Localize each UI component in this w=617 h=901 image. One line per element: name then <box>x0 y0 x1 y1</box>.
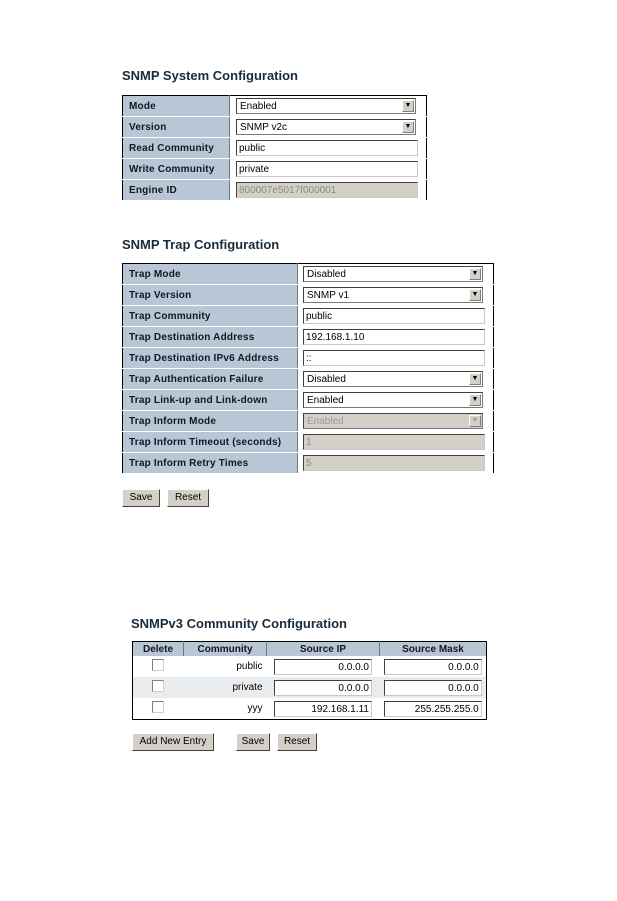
trap-save-button[interactable]: Save <box>122 489 160 507</box>
trap-mode-select[interactable]: Disabled ▼ <box>303 266 483 282</box>
column-header-community: Community <box>183 641 267 656</box>
system-row-engine-id: Engine ID 800007e5017f000001 <box>122 179 427 201</box>
chevron-down-icon[interactable]: ▼ <box>469 373 481 385</box>
trap-destination-ipv6-input[interactable]: :: <box>303 350 485 366</box>
system-config-table: Mode Enabled ▼ Version SNMP v2c ▼ Read Com… <box>122 95 427 201</box>
field-label: Trap Mode <box>122 263 298 285</box>
trap-auth-failure-select[interactable]: Disabled ▼ <box>303 371 483 387</box>
trap-row-inform-timeout: Trap Inform Timeout (seconds) 1 <box>122 431 494 453</box>
delete-checkbox[interactable] <box>152 680 165 692</box>
field-label: Trap Link-up and Link-down <box>122 389 298 411</box>
trap-config-table: Trap Mode Disabled ▼ Trap Version SNMP v1… <box>122 263 494 474</box>
trap-inform-mode-select: Enabled ▼ <box>303 413 483 429</box>
v3-reset-button[interactable]: Reset <box>277 733 317 751</box>
field-label: Trap Destination IPv6 Address <box>122 347 298 369</box>
source-mask-input[interactable]: 0.0.0.0 <box>383 679 482 696</box>
add-new-entry-button[interactable]: Add New Entry <box>132 733 214 751</box>
trap-inform-retry-input: 5 <box>303 455 485 471</box>
field-label: Engine ID <box>122 179 230 201</box>
version-select[interactable]: SNMP v2c ▼ <box>236 119 416 135</box>
trap-row-mode: Trap Mode Disabled ▼ <box>122 263 494 285</box>
select-value: Disabled <box>307 374 346 385</box>
trap-destination-address-input[interactable]: 192.168.1.10 <box>303 329 485 345</box>
delete-checkbox[interactable] <box>152 659 165 671</box>
system-row-mode: Mode Enabled ▼ <box>122 95 427 117</box>
v3-save-button[interactable]: Save <box>236 733 270 751</box>
system-row-version: Version SNMP v2c ▼ <box>122 116 427 138</box>
field-label: Mode <box>122 95 230 117</box>
trap-row-inform-retry: Trap Inform Retry Times 5 <box>122 452 494 474</box>
chevron-down-icon[interactable]: ▼ <box>402 100 414 112</box>
community-cell: public <box>236 661 263 672</box>
field-label: Trap Destination Address <box>122 326 298 348</box>
chevron-down-icon[interactable]: ▼ <box>469 394 481 406</box>
select-value: Disabled <box>307 269 346 280</box>
v3-community-table: Delete Community Source IP Source Mask p… <box>132 641 487 720</box>
community-cell: private <box>183 677 267 698</box>
trap-row-link-up-down: Trap Link-up and Link-down Enabled ▼ <box>122 389 494 411</box>
source-mask-input[interactable]: 0.0.0.0 <box>383 658 482 675</box>
trap-row-destination-address: Trap Destination Address 192.168.1.10 <box>122 326 494 348</box>
trap-inform-timeout-input: 1 <box>303 434 485 450</box>
trap-row-auth-failure: Trap Authentication Failure Disabled ▼ <box>122 368 494 390</box>
trap-row-community: Trap Community public <box>122 305 494 327</box>
trap-row-destination-ipv6: Trap Destination IPv6 Address :: <box>122 347 494 369</box>
source-ip-input[interactable]: 0.0.0.0 <box>274 658 372 675</box>
trap-row-version: Trap Version SNMP v1 ▼ <box>122 284 494 306</box>
chevron-down-icon[interactable]: ▼ <box>469 289 481 301</box>
field-label: Trap Community <box>122 305 298 327</box>
table-row: private 0.0.0.0 0.0.0.0 <box>132 677 487 698</box>
field-label: Write Community <box>122 158 230 180</box>
trap-link-up-down-select[interactable]: Enabled ▼ <box>303 392 483 408</box>
source-mask-input[interactable]: 255.255.255.0 <box>383 700 482 717</box>
community-cell: yyy <box>247 703 263 714</box>
system-config-title: SNMP System Configuration <box>122 68 299 83</box>
mode-select[interactable]: Enabled ▼ <box>236 98 416 114</box>
field-label: Version <box>122 116 230 138</box>
v3-community-title: SNMPv3 Community Configuration <box>131 616 347 631</box>
trap-community-input[interactable]: public <box>303 308 485 324</box>
trap-reset-button[interactable]: Reset <box>167 489 209 507</box>
trap-version-select[interactable]: SNMP v1 ▼ <box>303 287 483 303</box>
column-header-source-mask: Source Mask <box>379 641 487 656</box>
field-label: Trap Authentication Failure <box>122 368 298 390</box>
select-value: Enabled <box>240 101 277 112</box>
select-value: Enabled <box>307 416 344 427</box>
field-label: Trap Inform Retry Times <box>122 452 298 474</box>
chevron-down-icon[interactable]: ▼ <box>469 268 481 280</box>
select-value: Enabled <box>307 395 344 406</box>
engine-id-input: 800007e5017f000001 <box>236 182 418 198</box>
column-header-delete: Delete <box>132 641 184 656</box>
field-label: Read Community <box>122 137 230 159</box>
write-community-input[interactable]: private <box>236 161 418 177</box>
source-ip-input[interactable]: 192.168.1.11 <box>274 700 372 717</box>
chevron-down-icon[interactable]: ▼ <box>402 121 414 133</box>
system-row-read-community: Read Community public <box>122 137 427 159</box>
trap-config-title: SNMP Trap Configuration <box>122 237 280 252</box>
chevron-down-icon: ▼ <box>469 415 481 427</box>
delete-checkbox[interactable] <box>152 701 165 713</box>
column-header-source-ip: Source IP <box>266 641 380 656</box>
field-label: Trap Inform Timeout (seconds) <box>122 431 298 453</box>
table-row: yyy 192.168.1.11 255.255.255.0 <box>133 698 487 720</box>
v3-header-row: Delete Community Source IP Source Mask <box>132 641 487 656</box>
field-label: Trap Inform Mode <box>122 410 298 432</box>
system-row-write-community: Write Community private <box>122 158 427 180</box>
source-ip-input[interactable]: 0.0.0.0 <box>274 679 372 696</box>
select-value: SNMP v2c <box>240 122 288 133</box>
read-community-input[interactable]: public <box>236 140 418 156</box>
trap-row-inform-mode: Trap Inform Mode Enabled ▼ <box>122 410 494 432</box>
select-value: SNMP v1 <box>307 290 350 301</box>
field-label: Trap Version <box>122 284 298 306</box>
table-row: public 0.0.0.0 0.0.0.0 <box>133 656 487 677</box>
